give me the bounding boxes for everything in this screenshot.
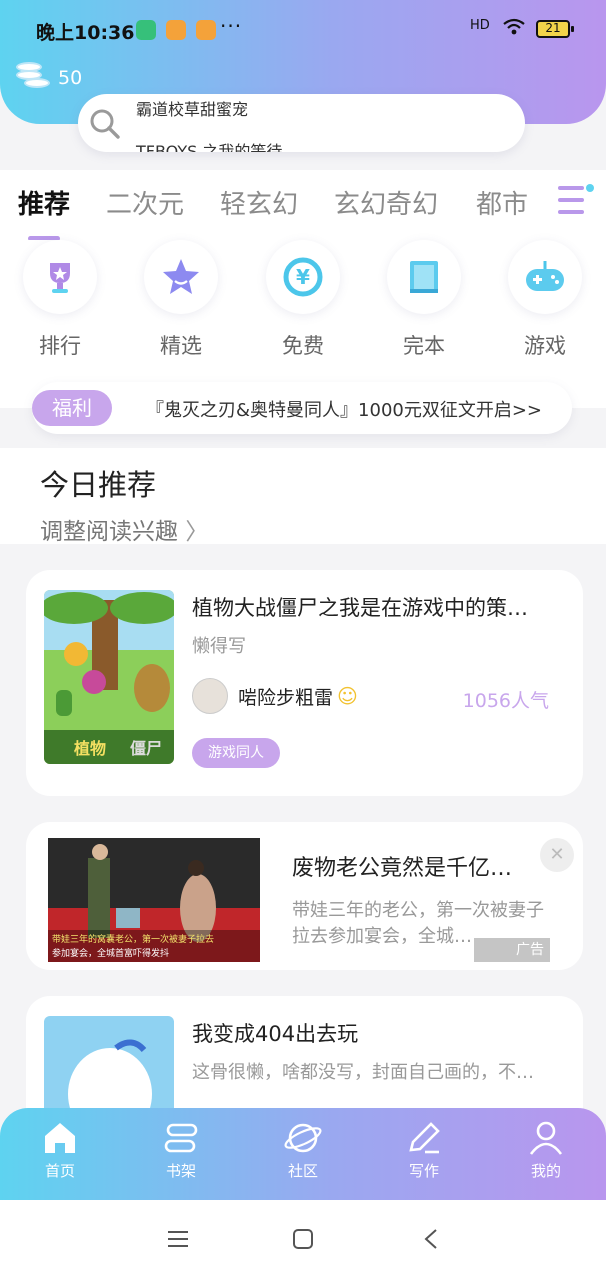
gamepad-icon	[508, 240, 582, 314]
category-featured[interactable]: 精选	[136, 240, 226, 360]
fuli-text: 『鬼灭之刃&奥特曼同人』1000元双征文开启>>	[146, 400, 543, 421]
home-icon	[45, 1123, 75, 1153]
wifi-icon	[502, 17, 526, 42]
svg-text:僵尸: 僵尸	[130, 739, 162, 758]
ad-caption-2: 参加宴会，全城首富吓得发抖	[52, 947, 169, 959]
battery-icon: 21	[536, 20, 574, 38]
search-hint-2: TFBOYS 之我的等待	[136, 142, 283, 152]
signal-icon: HD	[470, 18, 490, 33]
ad-title: 废物老公竟然是千亿…	[292, 856, 513, 881]
nav-community[interactable]: 社区	[263, 1120, 343, 1181]
book-description: 这骨很懒，啥都没写，封面自己画的，不…	[192, 1062, 534, 1083]
book-title: 植物大战僵尸之我是在游戏中的策…	[192, 596, 528, 620]
tab-urban[interactable]: 都市	[476, 184, 528, 221]
category-label: 排行	[39, 334, 81, 358]
bookshelf-icon	[164, 1123, 198, 1153]
coins-count: 50	[58, 67, 83, 89]
status-bar: 晚上10:36 ··· HD 21	[0, 0, 606, 60]
nav-label: 写作	[408, 1162, 439, 1180]
home-button-icon[interactable]	[292, 1228, 314, 1250]
status-time: 晚上10:36	[36, 22, 135, 44]
nav-label: 首页	[44, 1162, 75, 1180]
genre-tag[interactable]: 游戏同人	[192, 738, 280, 768]
adjust-interest-link[interactable]: 调整阅读兴趣 〉	[40, 512, 208, 546]
adjust-interest-label: 调整阅读兴趣	[40, 519, 178, 545]
book-icon	[387, 240, 461, 314]
book-title: 我变成404出去玩	[192, 1022, 359, 1046]
pen-icon	[409, 1122, 440, 1154]
uploader: 啱险步粗雷 ☺	[192, 678, 358, 714]
book-cover: 植物 僵尸	[44, 590, 174, 764]
category-free[interactable]: ¥ 免费	[258, 240, 348, 360]
nav-bookshelf[interactable]: 书架	[141, 1120, 221, 1181]
section-title: 今日推荐	[40, 468, 157, 502]
tab-acg[interactable]: 二次元	[106, 184, 184, 221]
message-icon	[196, 20, 216, 40]
category-label: 精选	[160, 334, 202, 358]
smile-emoji-icon: ☺	[337, 684, 358, 708]
category-completed[interactable]: 完本	[379, 240, 469, 360]
today-section: 今日推荐 调整阅读兴趣 〉	[0, 448, 606, 546]
tab-light-fantasy[interactable]: 轻玄幻	[220, 184, 298, 221]
coins-icon	[16, 62, 52, 94]
category-label: 免费	[282, 334, 324, 358]
nav-label: 我的	[530, 1162, 561, 1180]
trophy-icon	[23, 240, 97, 314]
nav-write[interactable]: 写作	[384, 1120, 464, 1181]
category-label: 完本	[403, 334, 445, 358]
nav-me[interactable]: 我的	[506, 1120, 586, 1181]
bottom-navigation: 首页 书架 社区 写作 我的	[0, 1108, 606, 1200]
ad-caption-1: 带娃三年的窝囊老公，第一次被妻子拉去	[52, 933, 214, 945]
uploader-name: 啱险步粗雷	[238, 686, 334, 709]
category-games[interactable]: 游戏	[500, 240, 590, 360]
book-author: 懒得写	[192, 636, 246, 657]
fuli-banner[interactable]: 福利 『鬼灭之刃&奥特曼同人』1000元双征文开启>>	[32, 382, 572, 434]
chevron-right-icon: 〉	[185, 519, 209, 545]
system-nav-bar	[0, 1200, 606, 1280]
back-icon[interactable]	[422, 1228, 440, 1250]
category-ranking[interactable]: 排行	[15, 240, 105, 360]
more-notifications: ···	[220, 14, 243, 38]
search-icon	[90, 109, 120, 139]
battery-level: 21	[545, 21, 561, 35]
fuli-badge: 福利	[32, 390, 112, 426]
avatar	[192, 678, 228, 714]
svg-text:¥: ¥	[296, 265, 310, 289]
tab-recommend[interactable]: 推荐	[18, 184, 70, 221]
search-bar[interactable]: 霸道校草甜蜜宠 TFBOYS 之我的等待	[78, 94, 525, 152]
yuan-icon: ¥	[266, 240, 340, 314]
ad-card[interactable]: 带娃三年的窝囊老公，第一次被妻子拉去 参加宴会，全城首富吓得发抖 废物老公竟然是…	[26, 822, 583, 970]
star-icon	[144, 240, 218, 314]
close-icon[interactable]: ✕	[540, 838, 574, 872]
nav-label: 社区	[287, 1162, 318, 1180]
nav-home[interactable]: 首页	[20, 1120, 100, 1181]
user-icon	[529, 1121, 563, 1155]
ad-label: 广告	[474, 938, 550, 962]
coins-balance[interactable]: 50	[16, 62, 82, 94]
tab-fantasy[interactable]: 玄幻奇幻	[334, 184, 438, 221]
category-tabs: 推荐 二次元 轻玄幻 玄幻奇幻 都市	[0, 170, 606, 241]
search-hint-1: 霸道校草甜蜜宠	[136, 100, 249, 119]
planet-icon	[284, 1123, 322, 1153]
svg-text:植物: 植物	[73, 739, 106, 758]
menu-icon[interactable]	[166, 1228, 190, 1250]
category-label: 游戏	[524, 334, 566, 358]
nav-label: 书架	[165, 1162, 196, 1180]
popularity: 1056人气	[462, 690, 549, 712]
ad-image: 带娃三年的窝囊老公，第一次被妻子拉去 参加宴会，全城首富吓得发抖	[48, 838, 260, 962]
shield-icon	[136, 20, 156, 40]
book-card[interactable]: 植物 僵尸 植物大战僵尸之我是在游戏中的策… 懒得写 啱险步粗雷 ☺ 1056人…	[26, 570, 583, 796]
message-icon	[166, 20, 186, 40]
menu-icon[interactable]	[556, 182, 596, 218]
